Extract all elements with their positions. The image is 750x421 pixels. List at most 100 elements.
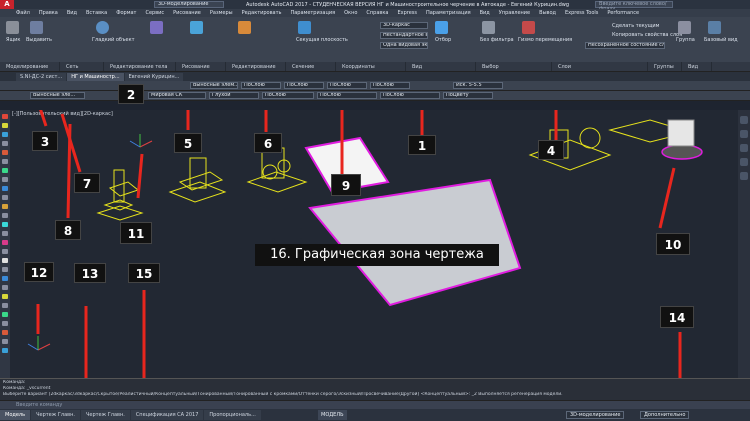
fillet-icon[interactable] xyxy=(2,240,8,245)
menu-item[interactable]: Вставка xyxy=(86,10,107,16)
menu-item[interactable]: Формат xyxy=(116,10,136,16)
explode-icon[interactable] xyxy=(2,294,8,299)
gizmo-icon[interactable] xyxy=(522,21,535,34)
menu-item[interactable]: Размеры xyxy=(210,10,233,16)
menu-item[interactable]: Performance xyxy=(607,10,639,16)
base-view-button[interactable]: Базовый вид xyxy=(704,37,738,43)
modify-icon[interactable] xyxy=(238,21,251,34)
menu-item[interactable]: Вид xyxy=(480,10,490,16)
polyline-icon[interactable] xyxy=(2,123,8,128)
line-icon[interactable] xyxy=(2,114,8,119)
linetype-dropdown[interactable]: ПоСлою xyxy=(284,82,324,89)
scale-icon[interactable] xyxy=(2,213,8,218)
smooth-object-icon[interactable] xyxy=(96,21,109,34)
panel-modeling[interactable]: Моделирование xyxy=(0,62,60,71)
panel-draw[interactable]: Рисование xyxy=(176,62,226,71)
text-icon[interactable] xyxy=(2,258,8,263)
polygon-icon[interactable] xyxy=(2,159,8,164)
filter-icon[interactable] xyxy=(482,21,495,34)
copy-icon[interactable] xyxy=(2,186,8,191)
solid-edit-icon[interactable] xyxy=(150,21,163,34)
model-space-toggle[interactable]: МОДЕЛЬ xyxy=(318,410,347,420)
file-tab[interactable]: Евгений Курицин... xyxy=(124,73,184,81)
ortho-button[interactable]: Отбор xyxy=(435,37,451,43)
dimension-icon[interactable] xyxy=(2,267,8,272)
layout-tab[interactable]: Чертеж Главн. xyxy=(31,410,80,420)
panel-layers[interactable]: Слои xyxy=(552,62,648,71)
menu-item[interactable]: Файл xyxy=(16,10,30,16)
ucs-dropdown[interactable]: Мировая СК xyxy=(148,92,206,99)
smooth-object-button[interactable]: Гладкий объект xyxy=(92,37,135,43)
layout-tab[interactable]: Спецификация СА 2017 xyxy=(130,410,204,420)
join-icon[interactable] xyxy=(2,312,8,317)
menu-item[interactable]: Рисование xyxy=(173,10,201,16)
menu-item[interactable]: Вывод xyxy=(539,10,556,16)
menu-item[interactable]: Сервис xyxy=(145,10,164,16)
menu-item[interactable]: Редактировать xyxy=(242,10,282,16)
layout-tab-model[interactable]: Модель xyxy=(0,410,31,420)
group-button[interactable]: Группа xyxy=(676,37,695,43)
panel-view-2[interactable]: Вид xyxy=(682,62,712,71)
lineweight-dropdown[interactable]: ПоСлою xyxy=(327,82,367,89)
section-plane-button[interactable]: Секущая плоскость xyxy=(296,37,348,43)
panel-groups[interactable]: Группы xyxy=(648,62,682,71)
circle-icon[interactable] xyxy=(2,132,8,137)
panel-solid-editing[interactable]: Редактирование тела xyxy=(104,62,176,71)
extrude-icon[interactable] xyxy=(30,21,43,34)
menu-item[interactable]: Справка xyxy=(366,10,388,16)
box-button[interactable]: Ящик xyxy=(6,37,20,43)
group-icon[interactable] xyxy=(678,21,691,34)
autocad-logo-icon[interactable]: A xyxy=(0,0,14,9)
selection-cycling-icon[interactable] xyxy=(435,21,448,34)
color-dropdown[interactable]: ПоСлою xyxy=(241,82,281,89)
steering-wheel-icon[interactable] xyxy=(740,116,748,124)
panel-selection[interactable]: Выбор xyxy=(476,62,552,71)
panel-modify[interactable]: Редактирование xyxy=(226,62,286,71)
base-view-icon[interactable] xyxy=(708,21,721,34)
stretch-icon[interactable] xyxy=(2,339,8,344)
move-icon[interactable] xyxy=(2,177,8,182)
menu-item[interactable]: Вид xyxy=(67,10,77,16)
panel-coordinates[interactable]: Координаты xyxy=(336,62,406,71)
panel-mesh[interactable]: Сеть xyxy=(60,62,104,71)
linetype-control[interactable]: ПоСлою xyxy=(317,92,377,99)
showmotion-icon[interactable] xyxy=(740,172,748,180)
break-icon[interactable] xyxy=(2,321,8,326)
workspace-selector[interactable]: 3D-моделирование xyxy=(154,1,224,8)
layout-tab[interactable]: Чертеж Главн. xyxy=(80,410,130,420)
filter-button[interactable]: Без фильтра xyxy=(480,37,514,43)
block-icon[interactable] xyxy=(2,276,8,281)
orbit-icon[interactable] xyxy=(740,158,748,166)
match-layer-button[interactable]: Копировать свойства слоя xyxy=(612,32,682,38)
plot-control[interactable]: ПоЦвету xyxy=(443,92,493,99)
menu-item[interactable]: Правка xyxy=(39,10,58,16)
section-plane-icon[interactable] xyxy=(298,21,311,34)
chamfer-icon[interactable] xyxy=(2,330,8,335)
menu-item[interactable]: Управление xyxy=(499,10,530,16)
view-combo[interactable]: Нестандартное вращ... xyxy=(380,32,428,39)
properties-icon[interactable] xyxy=(2,348,8,353)
color-control[interactable]: ПоСлою xyxy=(262,92,314,99)
extend-icon[interactable] xyxy=(2,231,8,236)
box-icon[interactable] xyxy=(6,21,19,34)
menu-item[interactable]: Express Tools xyxy=(565,10,598,16)
menu-item[interactable]: Параметризация xyxy=(426,10,471,16)
trim-icon[interactable] xyxy=(2,222,8,227)
visual-style-dropdown[interactable]: Глухой xyxy=(209,92,259,99)
menu-item[interactable]: Параметризация xyxy=(290,10,335,16)
lineweight-control[interactable]: ПоСлою xyxy=(380,92,440,99)
layer-combo[interactable]: Несохраненное состояние слоя xyxy=(585,42,665,49)
make-current-button[interactable]: Сделать текущим xyxy=(612,23,659,29)
file-tab-active[interactable]: НГ и Машиностр... xyxy=(67,73,124,81)
annotation-extra[interactable]: Дополнительно xyxy=(640,411,690,419)
draw-line-icon[interactable] xyxy=(190,21,203,34)
dimstyle-dropdown[interactable]: Иск. 5-5.5 xyxy=(453,82,503,89)
erase-icon[interactable] xyxy=(2,285,8,290)
search-input[interactable]: Введите ключевое слово/фразу xyxy=(595,1,674,12)
mirror-icon[interactable] xyxy=(2,204,8,209)
rotate-icon[interactable] xyxy=(2,195,8,200)
array-icon[interactable] xyxy=(2,249,8,254)
arc-icon[interactable] xyxy=(2,141,8,146)
menu-item[interactable]: Express xyxy=(397,10,417,16)
pan-icon[interactable] xyxy=(740,130,748,138)
